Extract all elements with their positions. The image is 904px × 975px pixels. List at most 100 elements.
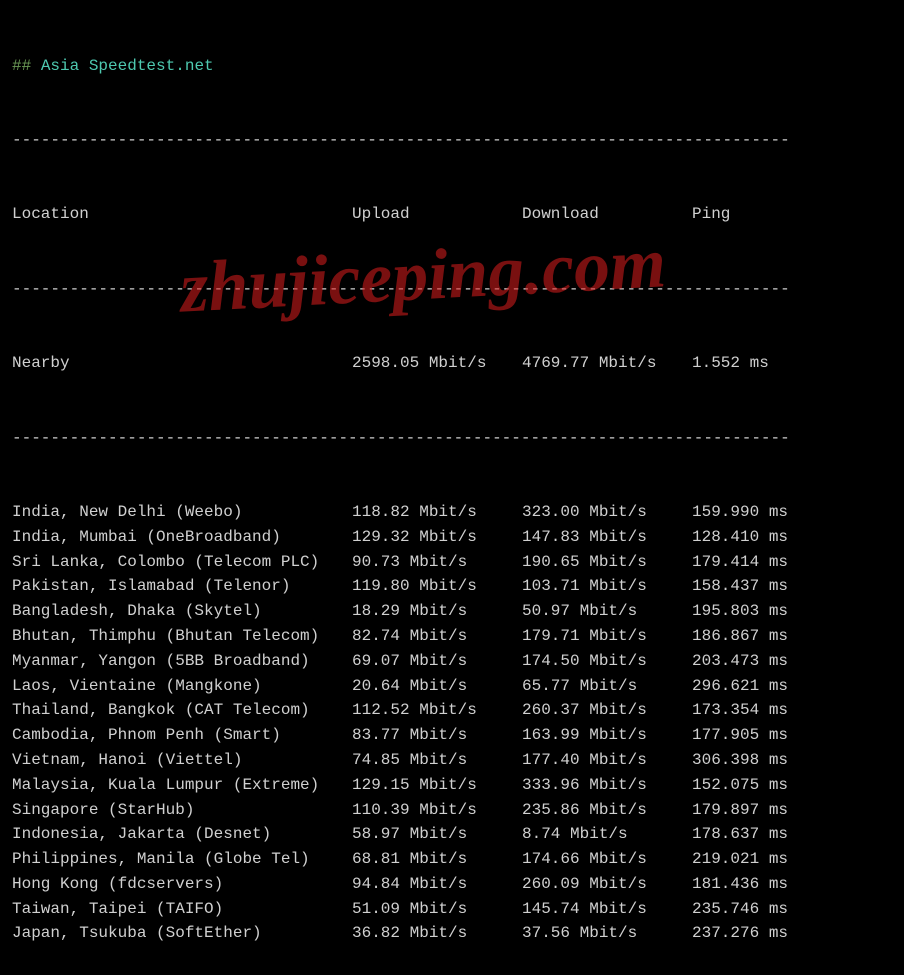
rows-container: India, New Delhi (Weebo)118.82 Mbit/s323… xyxy=(12,500,892,946)
cell-ping: 178.637 ms xyxy=(692,822,862,847)
cell-location: Taiwan, Taipei (TAIFO) xyxy=(12,897,352,922)
cell-ping: 158.437 ms xyxy=(692,574,862,599)
cell-ping: 181.436 ms xyxy=(692,872,862,897)
header-location: Location xyxy=(12,202,352,227)
cell-location: Bangladesh, Dhaka (Skytel) xyxy=(12,599,352,624)
cell-upload: 18.29 Mbit/s xyxy=(352,599,522,624)
table-row: Taiwan, Taipei (TAIFO)51.09 Mbit/s145.74… xyxy=(12,897,892,922)
table-row: Bangladesh, Dhaka (Skytel)18.29 Mbit/s50… xyxy=(12,599,892,624)
cell-download: 179.71 Mbit/s xyxy=(522,624,692,649)
nearby-row: Nearby2598.05 Mbit/s4769.77 Mbit/s1.552 … xyxy=(12,351,892,376)
cell-upload: 74.85 Mbit/s xyxy=(352,748,522,773)
cell-ping: 195.803 ms xyxy=(692,599,862,624)
table-row: Philippines, Manila (Globe Tel)68.81 Mbi… xyxy=(12,847,892,872)
cell-location: Cambodia, Phnom Penh (Smart) xyxy=(12,723,352,748)
title-hash: ## xyxy=(12,57,31,75)
table-row: Malaysia, Kuala Lumpur (Extreme)129.15 M… xyxy=(12,773,892,798)
cell-download: 8.74 Mbit/s xyxy=(522,822,692,847)
table-row: Thailand, Bangkok (CAT Telecom)112.52 Mb… xyxy=(12,698,892,723)
table-row: Singapore (StarHub)110.39 Mbit/s235.86 M… xyxy=(12,798,892,823)
table-row: Sri Lanka, Colombo (Telecom PLC)90.73 Mb… xyxy=(12,550,892,575)
cell-download: 50.97 Mbit/s xyxy=(522,599,692,624)
cell-upload: 83.77 Mbit/s xyxy=(352,723,522,748)
header-download: Download xyxy=(522,202,692,227)
cell-upload: 94.84 Mbit/s xyxy=(352,872,522,897)
cell-location: Hong Kong (fdcservers) xyxy=(12,872,352,897)
cell-location: Singapore (StarHub) xyxy=(12,798,352,823)
cell-upload: 110.39 Mbit/s xyxy=(352,798,522,823)
cell-ping: 152.075 ms xyxy=(692,773,862,798)
cell-download: 323.00 Mbit/s xyxy=(522,500,692,525)
cell-download: 235.86 Mbit/s xyxy=(522,798,692,823)
cell-ping: 203.473 ms xyxy=(692,649,862,674)
table-row: Hong Kong (fdcservers)94.84 Mbit/s260.09… xyxy=(12,872,892,897)
cell-location: India, Mumbai (OneBroadband) xyxy=(12,525,352,550)
cell-ping: 179.897 ms xyxy=(692,798,862,823)
nearby-upload: 2598.05 Mbit/s xyxy=(352,351,522,376)
cell-upload: 119.80 Mbit/s xyxy=(352,574,522,599)
cell-upload: 129.15 Mbit/s xyxy=(352,773,522,798)
cell-ping: 177.905 ms xyxy=(692,723,862,748)
cell-ping: 159.990 ms xyxy=(692,500,862,525)
cell-upload: 58.97 Mbit/s xyxy=(352,822,522,847)
cell-location: Thailand, Bangkok (CAT Telecom) xyxy=(12,698,352,723)
table-row: India, Mumbai (OneBroadband)129.32 Mbit/… xyxy=(12,525,892,550)
cell-upload: 68.81 Mbit/s xyxy=(352,847,522,872)
cell-location: Indonesia, Jakarta (Desnet) xyxy=(12,822,352,847)
cell-download: 174.66 Mbit/s xyxy=(522,847,692,872)
cell-location: Philippines, Manila (Globe Tel) xyxy=(12,847,352,872)
table-row: Laos, Vientaine (Mangkone)20.64 Mbit/s65… xyxy=(12,674,892,699)
divider-nearby: ----------------------------------------… xyxy=(12,426,892,451)
cell-download: 37.56 Mbit/s xyxy=(522,921,692,946)
cell-location: Vietnam, Hanoi (Viettel) xyxy=(12,748,352,773)
cell-download: 190.65 Mbit/s xyxy=(522,550,692,575)
cell-upload: 36.82 Mbit/s xyxy=(352,921,522,946)
cell-ping: 306.398 ms xyxy=(692,748,862,773)
table-row: Cambodia, Phnom Penh (Smart)83.77 Mbit/s… xyxy=(12,723,892,748)
cell-ping: 179.414 ms xyxy=(692,550,862,575)
divider-top: ----------------------------------------… xyxy=(12,128,892,153)
cell-upload: 51.09 Mbit/s xyxy=(352,897,522,922)
cell-location: Pakistan, Islamabad (Telenor) xyxy=(12,574,352,599)
cell-download: 260.37 Mbit/s xyxy=(522,698,692,723)
cell-ping: 173.354 ms xyxy=(692,698,862,723)
cell-location: Japan, Tsukuba (SoftEther) xyxy=(12,921,352,946)
cell-ping: 237.276 ms xyxy=(692,921,862,946)
nearby-ping: 1.552 ms xyxy=(692,351,862,376)
cell-location: Myanmar, Yangon (5BB Broadband) xyxy=(12,649,352,674)
terminal-output: ## Asia Speedtest.net ------------------… xyxy=(0,0,904,975)
divider-header: ----------------------------------------… xyxy=(12,277,892,302)
cell-upload: 82.74 Mbit/s xyxy=(352,624,522,649)
cell-upload: 20.64 Mbit/s xyxy=(352,674,522,699)
cell-download: 333.96 Mbit/s xyxy=(522,773,692,798)
cell-upload: 112.52 Mbit/s xyxy=(352,698,522,723)
table-row: Indonesia, Jakarta (Desnet)58.97 Mbit/s8… xyxy=(12,822,892,847)
table-row: Japan, Tsukuba (SoftEther)36.82 Mbit/s37… xyxy=(12,921,892,946)
header-row: LocationUploadDownloadPing xyxy=(12,202,892,227)
cell-upload: 90.73 Mbit/s xyxy=(352,550,522,575)
cell-ping: 296.621 ms xyxy=(692,674,862,699)
header-upload: Upload xyxy=(352,202,522,227)
cell-ping: 219.021 ms xyxy=(692,847,862,872)
cell-download: 177.40 Mbit/s xyxy=(522,748,692,773)
nearby-label: Nearby xyxy=(12,351,352,376)
table-row: Bhutan, Thimphu (Bhutan Telecom)82.74 Mb… xyxy=(12,624,892,649)
cell-ping: 235.746 ms xyxy=(692,897,862,922)
cell-location: India, New Delhi (Weebo) xyxy=(12,500,352,525)
cell-location: Malaysia, Kuala Lumpur (Extreme) xyxy=(12,773,352,798)
table-row: India, New Delhi (Weebo)118.82 Mbit/s323… xyxy=(12,500,892,525)
cell-download: 103.71 Mbit/s xyxy=(522,574,692,599)
cell-upload: 118.82 Mbit/s xyxy=(352,500,522,525)
cell-download: 145.74 Mbit/s xyxy=(522,897,692,922)
header-ping: Ping xyxy=(692,202,862,227)
nearby-download: 4769.77 Mbit/s xyxy=(522,351,692,376)
cell-ping: 128.410 ms xyxy=(692,525,862,550)
cell-download: 163.99 Mbit/s xyxy=(522,723,692,748)
title-line: ## Asia Speedtest.net xyxy=(12,54,892,79)
cell-location: Sri Lanka, Colombo (Telecom PLC) xyxy=(12,550,352,575)
cell-location: Laos, Vientaine (Mangkone) xyxy=(12,674,352,699)
table-row: Pakistan, Islamabad (Telenor)119.80 Mbit… xyxy=(12,574,892,599)
table-row: Vietnam, Hanoi (Viettel)74.85 Mbit/s177.… xyxy=(12,748,892,773)
cell-download: 147.83 Mbit/s xyxy=(522,525,692,550)
table-row: Myanmar, Yangon (5BB Broadband)69.07 Mbi… xyxy=(12,649,892,674)
